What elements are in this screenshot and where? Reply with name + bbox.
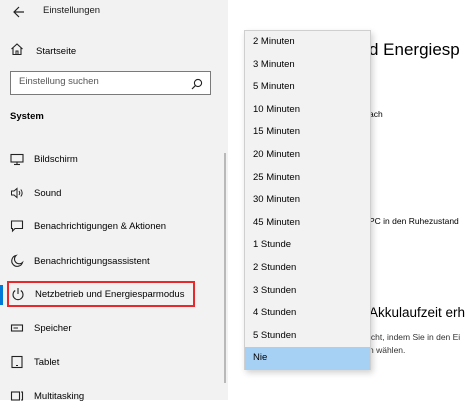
dropdown-option-selected[interactable]: Nie [245,347,370,370]
dropdown-option[interactable]: 5 Minuten [245,76,370,99]
sidebar-item-focus-assist[interactable]: Benachrichtigungsassistent [8,249,208,273]
power-icon [11,287,25,301]
dropdown-option[interactable]: 10 Minuten [245,99,370,122]
dropdown-option[interactable]: 4 Stunden [245,302,370,325]
sidebar-item-sound[interactable]: Sound [8,181,208,205]
dropdown-option[interactable]: 3 Stunden [245,280,370,303]
page-heading: d Energiesp [369,40,460,59]
sidebar-item-storage[interactable]: Speicher [8,316,208,340]
selection-indicator [0,285,3,305]
search-input[interactable] [19,76,189,87]
dropdown-option[interactable]: 5 Stunden [245,325,370,348]
home-icon [10,42,24,61]
search-icon[interactable] [191,77,203,90]
tablet-icon [10,355,24,369]
dropdown-option[interactable]: 2 Minuten [245,31,370,54]
sidebar-item-label: Benachrichtigungen & Aktionen [34,220,167,232]
sleep-timeout-dropdown-list[interactable]: 2 Minuten 3 Minuten 5 Minuten 10 Minuten… [244,30,371,370]
dropdown-option[interactable]: 30 Minuten [245,189,370,212]
sidebar-item-label: Sound [34,187,62,199]
multitasking-icon [10,389,24,403]
settings-sidebar: Einstellungen Startseite System Bildschi… [0,0,228,402]
dropdown-option[interactable]: 1 Stunde [245,234,370,257]
speaker-icon [10,186,24,200]
home-label: Startseite [36,45,77,57]
sidebar-item-label: Speicher [34,322,72,334]
section-heading: Akkulaufzeit erh [369,305,466,320]
content-text: PC in den Ruhezustand [369,216,459,226]
home-link[interactable]: Startseite [10,42,76,60]
storage-icon [10,321,24,335]
section-label-system: System [10,111,44,122]
content-text: icht, indem Sie in den Ei [369,332,461,342]
sidebar-scrollbar[interactable] [224,153,226,383]
dropdown-option[interactable]: 3 Minuten [245,54,370,77]
sidebar-item-label: Netzbetrieb und Energiesparmodus [35,288,185,300]
dropdown-option[interactable]: 20 Minuten [245,144,370,167]
sidebar-item-tablet[interactable]: Tablet [8,350,208,374]
dropdown-option[interactable]: 15 Minuten [245,121,370,144]
dropdown-option[interactable]: 45 Minuten [245,212,370,235]
dropdown-option[interactable]: 25 Minuten [245,167,370,190]
sidebar-item-label: Bildschirm [34,153,78,165]
settings-search[interactable] [10,71,211,95]
notification-icon [10,219,24,233]
moon-icon [10,254,24,268]
content-text: n wählen. [369,345,406,355]
sidebar-item-notifications[interactable]: Benachrichtigungen & Aktionen [8,214,208,238]
dropdown-option[interactable]: 2 Stunden [245,257,370,280]
back-arrow-icon[interactable] [11,5,25,19]
sidebar-item-label: Benachrichtigungsassistent [34,255,150,267]
sidebar-item-label: Tablet [34,356,60,368]
content-text: ach [369,109,383,119]
sidebar-item-display[interactable]: Bildschirm [8,147,208,171]
sidebar-item-multitasking[interactable]: Multitasking [8,384,208,408]
monitor-icon [10,152,24,166]
app-title: Einstellungen [43,5,101,16]
sidebar-item-power-sleep[interactable]: Netzbetrieb und Energiesparmodus [7,281,195,307]
